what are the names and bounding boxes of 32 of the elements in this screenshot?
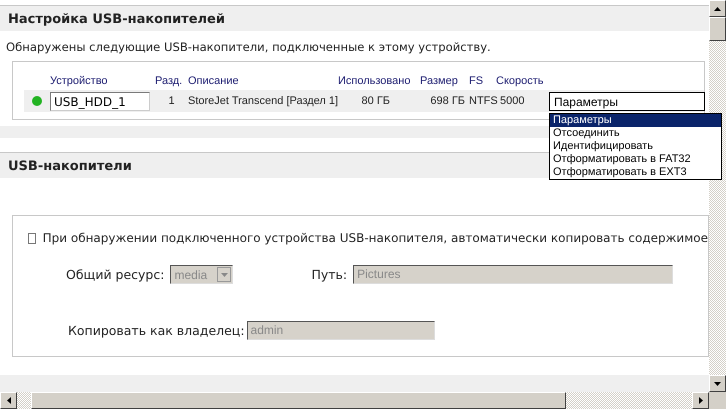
- section-title: Настройка USB-накопителей: [0, 6, 709, 31]
- column-header: FS: [469, 75, 484, 87]
- action-select[interactable]: Параметры: [549, 92, 705, 110]
- dropdown-option[interactable]: Параметры: [550, 114, 721, 126]
- scrollbar-corner: [709, 392, 726, 409]
- table-cell: StoreJet Transcend [Раздел 1]: [188, 95, 338, 107]
- path-label: Путь:: [311, 267, 348, 282]
- dropdown-option[interactable]: Идентифицировать: [550, 140, 721, 152]
- table-cell: NTFS: [469, 95, 496, 107]
- select-value: media: [174, 268, 208, 282]
- description-text: Обнаружены следующие USB-накопители, подключенные к этому устройству.: [5, 39, 492, 56]
- scrollbar-thumb[interactable]: [31, 392, 566, 409]
- column-header: Описание: [188, 75, 240, 87]
- column-header: Скорость: [496, 75, 545, 87]
- table-cell-text: 698 ГБ: [429, 95, 466, 107]
- checkbox-label: При обнаружении подключенного устройства USB-накопителя, автоматически копировать содержимое: [42, 231, 708, 245]
- path-field: Pictures: [353, 265, 674, 284]
- device-name-field[interactable]: USB_HDD_1: [50, 92, 150, 110]
- table-cell-text: 1: [167, 95, 176, 107]
- column-header: Разд.: [155, 75, 184, 87]
- checkbox[interactable]: [28, 232, 36, 244]
- horizontal-scrollbar[interactable]: [0, 392, 709, 409]
- column-header: Использовано: [338, 75, 412, 87]
- table-cell-text: 80 ГБ: [360, 95, 391, 107]
- table-cell-text: 5000: [499, 95, 526, 107]
- dropdown-option[interactable]: Отсоединить: [550, 126, 721, 140]
- owner-field: admin: [246, 321, 435, 340]
- share-label: Общий ресурс:: [66, 267, 164, 282]
- column-header: Устройство: [50, 75, 109, 87]
- scrollbar-thumb[interactable]: [709, 17, 726, 41]
- owner-label: Копировать как владелец:: [68, 323, 245, 338]
- column-header: Размер: [420, 75, 459, 87]
